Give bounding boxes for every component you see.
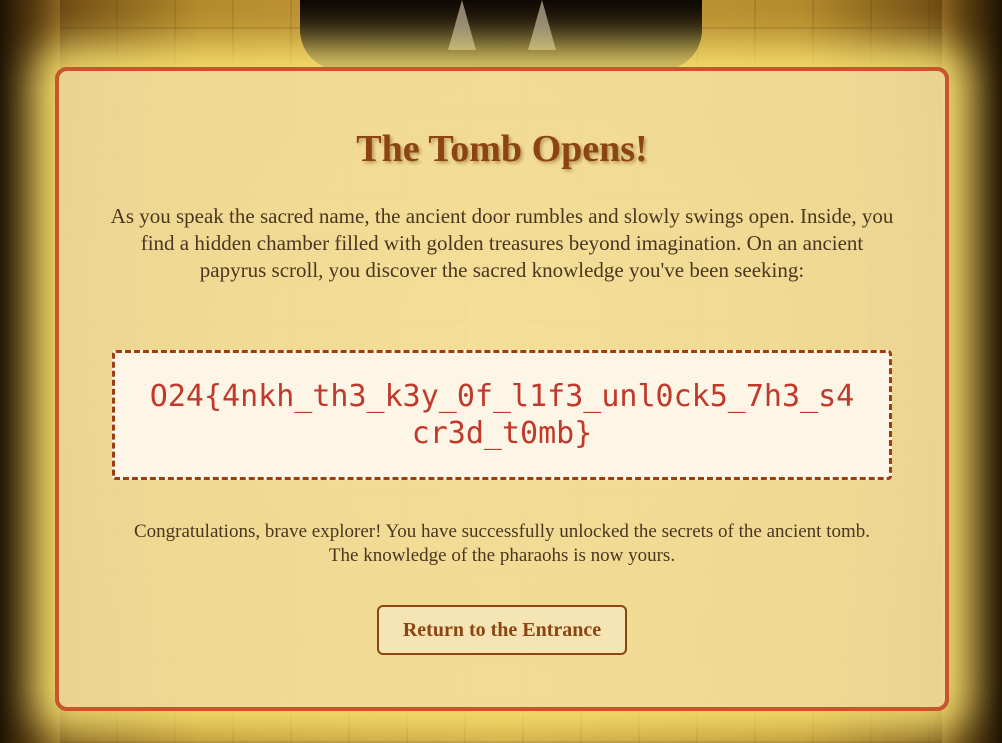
right-pillar — [942, 0, 1002, 743]
flag-text[interactable]: O24{4nkh_th3_k3y_0f_l1f3_unl0ck5_7h3_s4c… — [143, 378, 861, 452]
statue-ear-left — [448, 0, 476, 50]
modal-title: The Tomb Opens! — [356, 128, 648, 170]
success-modal: The Tomb Opens! As you speak the sacred … — [55, 67, 949, 711]
statue-ear-right — [528, 0, 556, 50]
left-pillar — [0, 0, 60, 743]
intro-text: As you speak the sacred name, the ancien… — [110, 204, 894, 282]
flag-container: O24{4nkh_th3_k3y_0f_l1f3_unl0ck5_7h3_s4c… — [112, 350, 892, 480]
anubis-statue — [300, 0, 702, 70]
congrats-text: Congratulations, brave explorer! You hav… — [133, 521, 871, 566]
return-to-entrance-button[interactable]: Return to the Entrance — [377, 605, 627, 655]
